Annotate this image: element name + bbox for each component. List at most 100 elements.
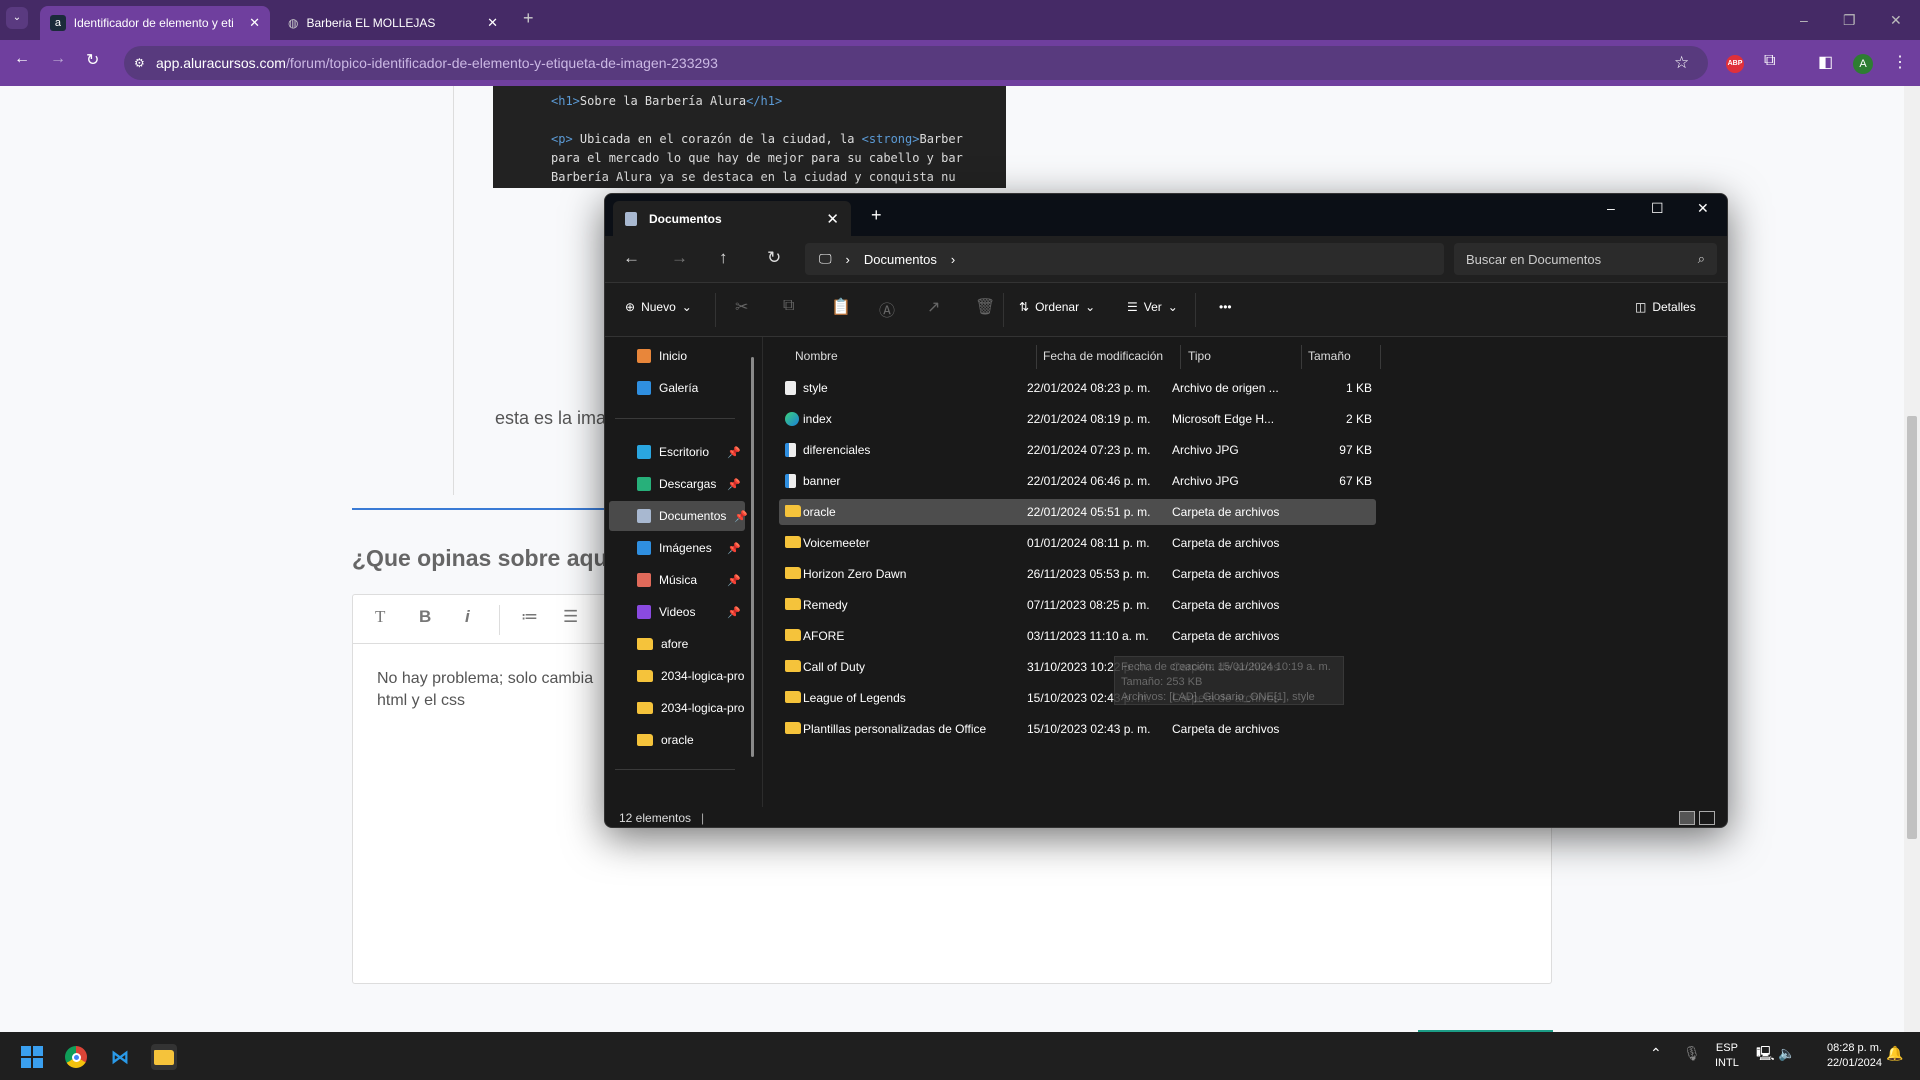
- view-button[interactable]: ☰ Ver ⌄: [1127, 300, 1178, 314]
- sidebar-item[interactable]: Imágenes 📌: [609, 533, 745, 563]
- editor-content[interactable]: No hay problema; solo cambia html y el cs…: [377, 668, 593, 712]
- column-header-size[interactable]: Tamaño: [1308, 343, 1351, 369]
- new-button[interactable]: ⊕ Nuevo ⌄: [625, 300, 692, 314]
- side-panel-icon[interactable]: ◧: [1818, 52, 1833, 72]
- pin-icon[interactable]: 📌: [727, 606, 741, 619]
- more-options-button[interactable]: •••: [1219, 300, 1232, 314]
- pin-icon[interactable]: 📌: [727, 542, 741, 555]
- ordered-list-button[interactable]: ≔: [521, 607, 538, 627]
- file-row[interactable]: Voicemeeter 01/01/2024 08:11 p. m. Carpe…: [779, 530, 1376, 556]
- show-hidden-icons-icon[interactable]: ⌃: [1650, 1046, 1662, 1061]
- search-input[interactable]: Buscar en Documentos ⌕: [1454, 243, 1717, 275]
- clock[interactable]: 08:28 p. m. 22/01/2024: [1810, 1041, 1882, 1071]
- sidebar-item[interactable]: Videos 📌: [609, 597, 745, 627]
- tiles-view-button[interactable]: [1699, 811, 1715, 825]
- file-row[interactable]: Remedy 07/11/2023 08:25 p. m. Carpeta de…: [779, 592, 1376, 618]
- windows-start-icon[interactable]: [19, 1044, 45, 1070]
- tab-search-button[interactable]: ⌄: [6, 7, 28, 29]
- sidebar-item[interactable]: Galería: [609, 373, 745, 403]
- delete-icon[interactable]: 🗑: [975, 297, 995, 317]
- profile-avatar[interactable]: A: [1853, 54, 1873, 74]
- sidebar-item[interactable]: 2034-logica-pro: [609, 693, 745, 723]
- tab-barberia[interactable]: ◍ Barberia EL MOLLEJAS ✕: [278, 6, 508, 40]
- sidebar-item[interactable]: 2034-logica-pro: [609, 661, 745, 691]
- refresh-icon[interactable]: ↻: [767, 248, 781, 268]
- adblock-icon[interactable]: ABP: [1726, 55, 1744, 73]
- sidebar-item[interactable]: Inicio: [609, 341, 745, 371]
- close-tab-icon[interactable]: ✕: [249, 15, 260, 31]
- file-row[interactable]: Horizon Zero Dawn 26/11/2023 05:53 p. m.…: [779, 561, 1376, 587]
- sidebar-scrollbar[interactable]: [751, 357, 754, 757]
- address-bar[interactable]: ⚙ app.aluracursos.com/forum/topico-ident…: [124, 46, 1708, 80]
- close-window-button[interactable]: ✕: [1697, 200, 1709, 217]
- rename-icon[interactable]: Ⓐ: [879, 297, 895, 321]
- sidebar-item[interactable]: Música 📌: [609, 565, 745, 595]
- cut-icon[interactable]: ✂: [735, 297, 748, 317]
- up-icon[interactable]: ↑: [719, 248, 728, 268]
- close-window-button[interactable]: ✕: [1890, 12, 1902, 29]
- back-icon[interactable]: ←: [623, 248, 640, 268]
- details-button[interactable]: ◫ Detalles: [1635, 300, 1696, 314]
- heading-button[interactable]: T: [375, 607, 385, 627]
- paste-icon[interactable]: 📋: [831, 297, 851, 317]
- pin-icon[interactable]: 📌: [727, 446, 741, 459]
- address-bar[interactable]: 🖵 › Documentos ›: [805, 243, 1444, 275]
- file-type: Carpeta de archivos: [1172, 567, 1280, 581]
- explorer-tab[interactable]: Documentos ✕: [613, 201, 851, 236]
- microphone-icon[interactable]: 🎙: [1683, 1046, 1701, 1061]
- language-indicator[interactable]: ESP INTL: [1715, 1041, 1739, 1071]
- chrome-icon[interactable]: [63, 1044, 89, 1070]
- volume-icon[interactable]: 🔈: [1778, 1046, 1795, 1061]
- tab-identificador[interactable]: a Identificador de elemento y eti ✕: [40, 6, 270, 40]
- sidebar-item[interactable]: afore: [609, 629, 745, 659]
- minimize-button[interactable]: –: [1800, 12, 1808, 28]
- file-row[interactable]: style 22/01/2024 08:23 p. m. Archivo de …: [779, 375, 1376, 401]
- close-tab-icon[interactable]: ✕: [826, 210, 839, 228]
- network-icon[interactable]: 🖳: [1756, 1046, 1775, 1061]
- site-info-icon[interactable]: ⚙: [134, 56, 145, 70]
- column-header-name[interactable]: Nombre: [795, 343, 838, 369]
- new-tab-button[interactable]: +: [871, 205, 882, 226]
- file-row[interactable]: index 22/01/2024 08:19 p. m. Microsoft E…: [779, 406, 1376, 432]
- bookmark-star-icon[interactable]: ☆: [1674, 53, 1689, 73]
- column-header-type[interactable]: Tipo: [1188, 343, 1211, 369]
- file-row[interactable]: banner 22/01/2024 06:46 p. m. Archivo JP…: [779, 468, 1376, 494]
- italic-button[interactable]: i: [465, 607, 470, 627]
- file-row[interactable]: Plantillas personalizadas de Office 15/1…: [779, 716, 1376, 742]
- restore-button[interactable]: ❐: [1843, 12, 1856, 29]
- forward-icon[interactable]: →: [50, 50, 66, 68]
- file-row[interactable]: oracle 22/01/2024 05:51 p. m. Carpeta de…: [779, 499, 1376, 525]
- pin-icon[interactable]: 📌: [727, 478, 741, 491]
- forward-icon[interactable]: →: [671, 248, 688, 268]
- scrollbar-thumb[interactable]: [1907, 416, 1917, 839]
- sidebar-item[interactable]: Escritorio 📌: [609, 437, 745, 467]
- unordered-list-button[interactable]: ☰: [563, 607, 578, 627]
- file-row[interactable]: diferenciales 22/01/2024 07:23 p. m. Arc…: [779, 437, 1376, 463]
- minimize-button[interactable]: –: [1607, 200, 1615, 216]
- copy-icon[interactable]: ⧉: [783, 297, 794, 315]
- file-date: 15/10/2023 02:43 p. m.: [1027, 722, 1151, 736]
- sort-button[interactable]: ⇅ Ordenar ⌄: [1019, 300, 1095, 314]
- notifications-icon[interactable]: 🔔: [1886, 1046, 1903, 1061]
- share-icon[interactable]: ↗: [927, 297, 940, 317]
- sidebar-item[interactable]: Descargas 📌: [609, 469, 745, 499]
- chevron-right-icon[interactable]: ›: [951, 252, 955, 267]
- pin-icon[interactable]: 📌: [734, 510, 748, 523]
- close-tab-icon[interactable]: ✕: [487, 15, 498, 31]
- back-icon[interactable]: ←: [14, 50, 30, 68]
- sidebar-item[interactable]: oracle: [609, 725, 745, 755]
- sidebar-item[interactable]: Documentos 📌: [609, 501, 748, 531]
- extensions-icon[interactable]: ⧉: [1764, 52, 1775, 70]
- file-explorer-icon[interactable]: [151, 1044, 177, 1070]
- breadcrumb-documentos[interactable]: Documentos: [864, 252, 937, 267]
- maximize-button[interactable]: ☐: [1651, 200, 1664, 217]
- details-view-button[interactable]: [1679, 811, 1695, 825]
- file-row[interactable]: AFORE 03/11/2023 11:10 a. m. Carpeta de …: [779, 623, 1376, 649]
- bold-button[interactable]: B: [419, 607, 431, 627]
- pin-icon[interactable]: 📌: [727, 574, 741, 587]
- column-header-date[interactable]: Fecha de modificación: [1043, 343, 1163, 369]
- vscode-icon[interactable]: ⋈: [107, 1044, 133, 1070]
- reload-icon[interactable]: ↻: [86, 50, 99, 70]
- new-tab-button[interactable]: +: [523, 8, 534, 29]
- menu-icon[interactable]: ⋮: [1892, 52, 1908, 72]
